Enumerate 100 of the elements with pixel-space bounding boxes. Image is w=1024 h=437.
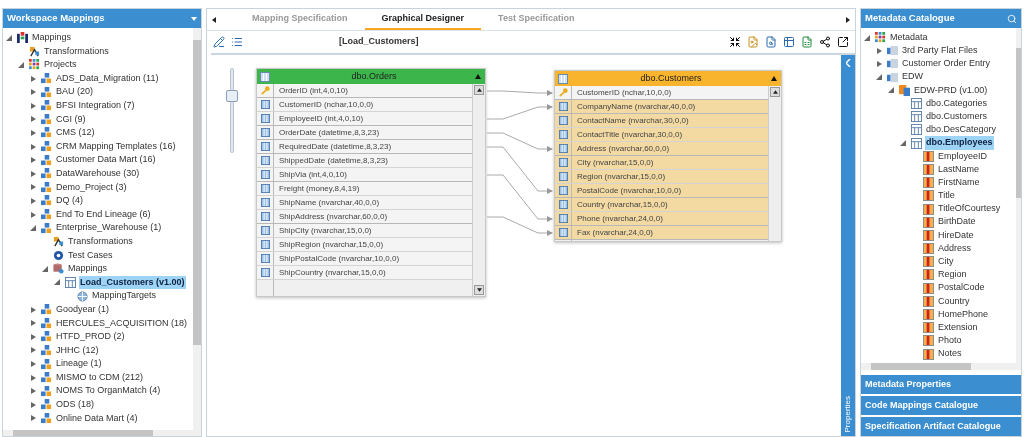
tree-item[interactable]: Photo [937, 334, 963, 348]
expand-toggle[interactable] [30, 225, 36, 232]
expand-toggle[interactable] [30, 143, 36, 150]
tree-item[interactable]: Mappings [31, 31, 73, 45]
horizontal-scrollbar[interactable] [3, 430, 201, 436]
tree-item[interactable]: Projects [43, 58, 78, 72]
expand-toggle[interactable] [18, 62, 24, 68]
expand-toggle[interactable] [30, 75, 36, 82]
expand-toggle[interactable] [876, 47, 882, 54]
tree-item[interactable]: Address [937, 241, 973, 256]
scroll-down-button[interactable] [474, 285, 484, 295]
document-search-icon[interactable] [765, 36, 777, 48]
expand-toggle[interactable] [900, 140, 906, 147]
expand-toggle[interactable] [30, 157, 36, 164]
expand-toggle[interactable] [30, 306, 36, 313]
expand-toggle[interactable] [30, 333, 36, 340]
tree-item[interactable]: Transformations [43, 44, 110, 59]
dropdown-caret-icon[interactable] [191, 16, 197, 21]
expand-toggle[interactable] [30, 320, 36, 327]
tree-item[interactable]: Customer Data Mart (16) [55, 153, 157, 167]
tree-item[interactable]: Country [937, 294, 971, 309]
expand-toggle[interactable] [864, 34, 870, 41]
expand-toggle[interactable] [30, 374, 36, 381]
scroll-up-button[interactable] [474, 85, 484, 95]
tree-item[interactable]: BirthDate [937, 215, 977, 229]
tree-item[interactable]: City [937, 255, 955, 269]
tree-item[interactable]: dbo.Employees [925, 136, 994, 150]
share-icon[interactable] [819, 36, 831, 48]
tree-item[interactable]: dbo.Categories [925, 96, 989, 111]
tree-item[interactable]: DQ (4) [55, 194, 84, 208]
tree-item[interactable]: HTFD_PROD (2) [55, 330, 126, 344]
slider-thumb[interactable] [226, 89, 238, 102]
expand-toggle[interactable] [876, 74, 882, 81]
tree-item[interactable]: Test Cases [67, 248, 114, 263]
tree-item[interactable]: JHHC (12) [55, 343, 100, 358]
tree-item[interactable]: DataWarehouse (30) [55, 167, 141, 181]
tree-item[interactable]: HomePhone [937, 307, 990, 322]
tree-item[interactable]: HERCULES_ACQUISITION (18) [55, 316, 189, 330]
tree-item[interactable]: Lineage (1) [55, 357, 103, 371]
scroll-right-icon[interactable] [846, 16, 850, 23]
scrollbar[interactable] [193, 28, 201, 430]
expand-toggle[interactable] [30, 347, 36, 354]
chevron-left-icon[interactable] [845, 59, 851, 67]
expand-toggle[interactable] [6, 34, 12, 41]
tree-item[interactable]: CMS (12) [55, 126, 96, 140]
accordion-header[interactable]: Code Mappings Catalogue [861, 396, 1021, 415]
tree-item[interactable]: ADS_Data_Migration (11) [55, 71, 160, 86]
spreadsheet-icon[interactable] [801, 36, 813, 48]
search-icon[interactable] [1007, 13, 1017, 24]
expand-toggle[interactable] [888, 87, 894, 94]
expand-toggle[interactable] [30, 184, 36, 191]
expand-toggle[interactable] [876, 60, 882, 67]
tree-item[interactable]: EDW [901, 70, 924, 84]
tree-item[interactable]: EmployeeID [937, 149, 989, 164]
scroll-up-button[interactable] [770, 87, 780, 97]
collapse-icon[interactable] [771, 76, 777, 81]
expand-toggle[interactable] [30, 170, 36, 177]
popout-icon[interactable] [837, 36, 849, 48]
tree-item[interactable]: MISMO to CDM (212) [55, 370, 144, 385]
tree-item[interactable]: PostalCode [937, 281, 986, 295]
expand-toggle[interactable] [30, 197, 36, 204]
tree-item[interactable]: Demo_Project (3) [55, 180, 128, 195]
tree-item[interactable]: CRM Mapping Templates (16) [55, 139, 177, 154]
tree-item[interactable]: CGI (9) [55, 112, 87, 127]
tree-item[interactable]: Notes [937, 347, 963, 361]
expand-toggle[interactable] [30, 89, 36, 96]
tree-item[interactable]: Metadata [889, 30, 929, 45]
accordion-header[interactable]: Specification Artifact Catalogue [861, 417, 1021, 436]
expand-toggle[interactable] [42, 265, 48, 272]
expand-toggle[interactable] [30, 361, 36, 368]
table-export-icon[interactable] [783, 36, 795, 48]
tree-item[interactable]: Transformations [67, 234, 134, 249]
tree-item[interactable]: dbo.Customers [925, 109, 989, 124]
tree-item[interactable]: End To End Lineage (6) [55, 207, 152, 222]
tree-item[interactable]: MappingTargets [91, 289, 158, 303]
tab[interactable]: Graphical Designer [364, 9, 482, 30]
tree-item[interactable]: Customer Order Entry [901, 57, 992, 71]
scrollbar[interactable] [1016, 28, 1021, 363]
expand-toggle[interactable] [30, 116, 36, 123]
zoom-slider[interactable] [226, 68, 238, 153]
tree-item[interactable]: FirstName [937, 175, 981, 190]
list-icon[interactable] [231, 36, 243, 48]
table-node[interactable] [256, 68, 486, 297]
tree-item[interactable]: BFSI Integration (7) [55, 99, 136, 113]
expand-toggle[interactable] [30, 102, 36, 109]
tree-item[interactable]: Goodyear (1) [55, 302, 111, 317]
expand-toggle[interactable] [30, 415, 36, 422]
properties-side-tab[interactable]: Properties [841, 55, 855, 436]
tree-item[interactable]: Extension [937, 320, 979, 335]
tree-item[interactable]: Enterprise_Warehouse (1) [55, 221, 163, 235]
tree-item[interactable]: LastName [937, 162, 981, 177]
tree-item[interactable]: NOMS To OrganMatch (4) [55, 384, 162, 398]
tree-item[interactable]: dbo.DesCategory [925, 123, 998, 137]
tree-item[interactable]: EDW-PRD (v1.00) [913, 83, 989, 98]
tree-item[interactable]: Online Data Mart (4) [55, 411, 139, 426]
collapse-icon[interactable] [475, 74, 481, 79]
expand-toggle[interactable] [30, 129, 36, 136]
expand-toggle[interactable] [30, 388, 36, 395]
scroll-left-icon[interactable] [212, 16, 216, 23]
tree-item[interactable]: Load_Customers (v1.00) [79, 275, 186, 290]
